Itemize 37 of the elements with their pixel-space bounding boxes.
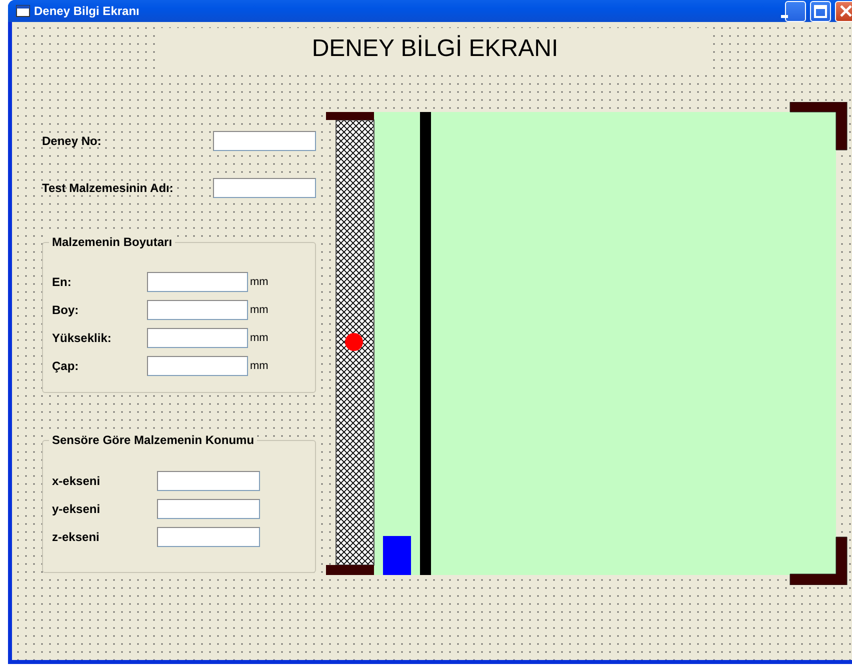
maximize-button[interactable]	[810, 0, 831, 22]
unit-label: mm	[250, 274, 268, 290]
text-field[interactable]	[147, 356, 248, 376]
field-label: Yükseklik:	[52, 330, 112, 347]
close-icon	[840, 5, 852, 17]
corner-bracket	[790, 102, 848, 150]
maximize-icon	[814, 4, 827, 18]
unit-label: mm	[250, 330, 268, 346]
text-field[interactable]	[213, 131, 316, 151]
field-label: Deney No:	[42, 133, 102, 150]
minimize-icon	[781, 14, 788, 18]
text-field[interactable]	[213, 178, 316, 198]
form-heading: DENEY BİLGİ EKRANI	[160, 28, 710, 70]
sensor-dot	[345, 333, 363, 351]
bottom-bar	[326, 565, 374, 575]
text-field[interactable]	[147, 328, 248, 348]
window-title: Deney Bilgi Ekranı	[34, 3, 140, 20]
corner-bracket	[790, 536, 848, 585]
unit-label: mm	[250, 302, 268, 318]
field-label: z-ekseni	[52, 529, 100, 546]
field-label: En:	[52, 274, 72, 291]
close-button[interactable]	[835, 0, 852, 22]
field-label: Boy:	[52, 302, 80, 319]
app-icon	[16, 5, 30, 17]
field-label: Çap:	[52, 358, 80, 375]
top-bar	[326, 112, 374, 120]
unit-label: mm	[250, 358, 268, 374]
text-field[interactable]	[157, 499, 260, 519]
text-field[interactable]	[147, 272, 248, 292]
text-field[interactable]	[157, 471, 260, 491]
material-block	[383, 536, 411, 575]
field-label: x-ekseni	[52, 473, 102, 490]
group-title: Malzemenin Boyutarı	[49, 235, 176, 250]
field-label: Test Malzemesinin Adı:	[42, 180, 174, 197]
text-field[interactable]	[147, 300, 248, 320]
text-field[interactable]	[157, 527, 260, 547]
field-label: y-ekseni	[52, 501, 102, 518]
